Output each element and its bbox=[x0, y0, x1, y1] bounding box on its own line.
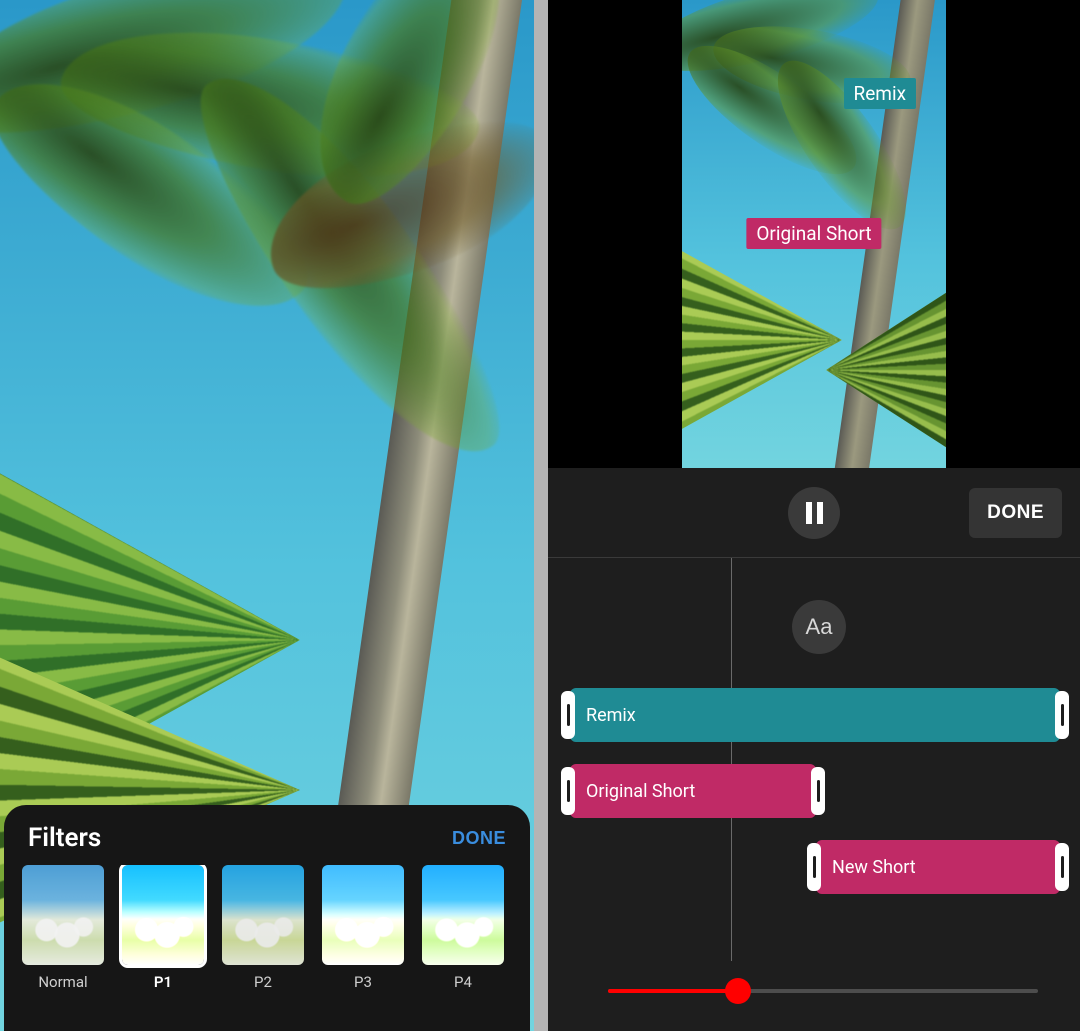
track-row: Original Short bbox=[548, 764, 1080, 822]
timeline-area: Aa Remix Original Short New S bbox=[548, 558, 1080, 1031]
filter-thumb bbox=[22, 865, 104, 965]
play-pause-button[interactable] bbox=[788, 487, 840, 539]
track-row: Remix bbox=[548, 688, 1080, 746]
track-row: New Short bbox=[548, 840, 1080, 898]
clip-handle-right[interactable] bbox=[1055, 843, 1069, 891]
seek-slider[interactable] bbox=[608, 981, 1038, 1001]
clip-original-short[interactable]: Original Short bbox=[570, 764, 816, 818]
clip-new-short[interactable]: New Short bbox=[816, 840, 1060, 894]
add-text-button[interactable]: Aa bbox=[792, 600, 846, 654]
filters-list[interactable]: Normal P1 P2 P3 P4 C bbox=[20, 865, 514, 991]
clip-label: Original Short bbox=[586, 781, 695, 802]
panel-divider bbox=[534, 0, 548, 1031]
clip-handle-left[interactable] bbox=[561, 691, 575, 739]
filter-label: P2 bbox=[254, 973, 272, 991]
filter-label: Normal bbox=[38, 973, 87, 991]
overlay-tag-original[interactable]: Original Short bbox=[746, 218, 881, 249]
filter-label: P3 bbox=[354, 973, 372, 991]
timeline-done-button[interactable]: DONE bbox=[969, 488, 1062, 538]
clip-label: Remix bbox=[586, 705, 636, 726]
filter-label: P4 bbox=[454, 973, 472, 991]
filter-thumb bbox=[122, 865, 204, 965]
preview-frame[interactable]: Remix Original Short bbox=[682, 0, 946, 468]
timeline-editor-screen: Remix Original Short DONE Aa Remix Ori bbox=[548, 0, 1080, 1031]
clip-label: New Short bbox=[832, 857, 916, 878]
filter-option-p4[interactable]: P4 bbox=[422, 865, 504, 991]
filter-label: P1 bbox=[154, 973, 172, 991]
clip-handle-right[interactable] bbox=[811, 767, 825, 815]
clip-handle-left[interactable] bbox=[561, 767, 575, 815]
clip-handle-left[interactable] bbox=[807, 843, 821, 891]
filter-option-normal[interactable]: Normal bbox=[22, 865, 104, 991]
filters-panel: Filters DONE Normal P1 P2 P3 P4 bbox=[4, 805, 530, 1031]
clip-remix[interactable]: Remix bbox=[570, 688, 1060, 742]
filter-thumb bbox=[422, 865, 504, 965]
filters-title: Filters bbox=[28, 823, 101, 853]
controls-bar: DONE bbox=[548, 468, 1080, 558]
filters-done-button[interactable]: DONE bbox=[452, 828, 506, 849]
tracks: Remix Original Short New Short bbox=[548, 688, 1080, 916]
filter-thumb bbox=[222, 865, 304, 965]
filters-screen: Filters DONE Normal P1 P2 P3 P4 bbox=[0, 0, 534, 1031]
overlay-tag-remix[interactable]: Remix bbox=[844, 78, 917, 109]
preview-area: Remix Original Short bbox=[548, 0, 1080, 468]
filter-option-p2[interactable]: P2 bbox=[222, 865, 304, 991]
seek-fill bbox=[608, 989, 738, 993]
clip-handle-right[interactable] bbox=[1055, 691, 1069, 739]
filter-option-p3[interactable]: P3 bbox=[322, 865, 404, 991]
filter-option-p1[interactable]: P1 bbox=[122, 865, 204, 991]
seek-thumb[interactable] bbox=[725, 978, 751, 1004]
filter-thumb bbox=[322, 865, 404, 965]
pause-icon bbox=[806, 502, 823, 524]
